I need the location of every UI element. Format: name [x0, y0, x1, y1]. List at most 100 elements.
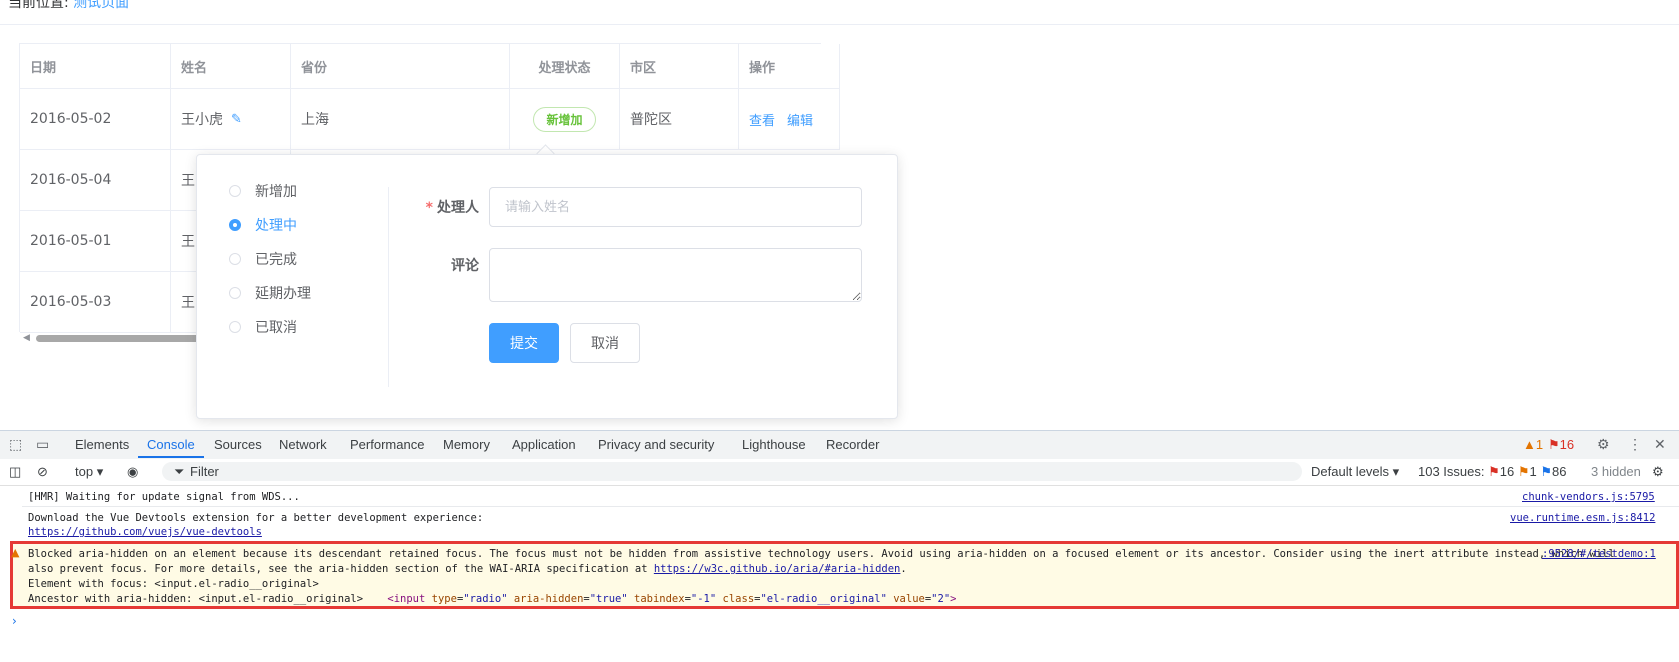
warning-text: Blocked aria-hidden on an element becaus… — [28, 548, 1615, 560]
console-message: [HMR] Waiting for update signal from WDS… — [28, 491, 300, 503]
name-text: 王小虎 — [181, 112, 223, 128]
edit-link[interactable]: 编辑 — [787, 110, 813, 129]
inspect-element-icon[interactable]: ⬚ — [9, 436, 22, 453]
handler-label: * 处理人 — [425, 200, 479, 216]
table-cell-name: 王小虎 ✎ — [171, 89, 291, 150]
radio-label: 已完成 — [255, 252, 297, 268]
radio-circle-icon — [229, 287, 241, 299]
settings-gear-icon[interactable]: ⚙ — [1597, 436, 1610, 453]
filter-input[interactable]: ⏷ Filter — [162, 462, 1302, 481]
cancel-button[interactable]: 取消 — [570, 323, 640, 363]
column-header-actions: 操作 — [739, 44, 840, 89]
column-header-status[interactable]: 处理状态 — [510, 44, 620, 89]
popover-divider — [388, 187, 389, 387]
live-expression-eye-icon[interactable]: ◉ — [127, 464, 138, 480]
issues-summary[interactable]: 103 Issues: ⚑16 ⚑1 ⚑86 — [1418, 464, 1567, 480]
radio-label: 已取消 — [255, 320, 297, 336]
devtools-url-link[interactable]: https://github.com/vuejs/vue-devtools — [28, 526, 262, 538]
issue-error-icon: ⚑ — [1488, 464, 1500, 479]
table-cell-actions: 查看 编辑 — [739, 89, 840, 150]
warning-text: Element with focus: <input.el-radio__ori… — [28, 578, 319, 590]
radio-circle-icon — [229, 253, 241, 265]
breadcrumb-divider — [0, 24, 1679, 25]
radio-cancelled[interactable]: 已取消 — [229, 317, 297, 337]
tab-recorder[interactable]: Recorder — [826, 437, 879, 452]
table-cell-date: 2016-05-01 — [20, 211, 171, 272]
clear-console-icon[interactable]: ⊘ — [37, 464, 48, 480]
chevron-down-icon: ▾ — [1392, 464, 1400, 479]
warning-text: Ancestor with aria-hidden: <input.el-rad… — [28, 593, 957, 605]
device-toolbar-icon[interactable]: ▭ — [36, 436, 49, 453]
radio-completed[interactable]: 已完成 — [229, 249, 297, 269]
radio-circle-icon — [229, 321, 241, 333]
edit-pencil-icon[interactable]: ✎ — [231, 112, 242, 127]
console-prompt[interactable]: › — [12, 614, 17, 628]
required-mark: * — [425, 200, 433, 216]
sidebar-toggle-icon[interactable]: ◫ — [9, 464, 21, 480]
tab-application[interactable]: Application — [512, 437, 576, 452]
warning-count[interactable]: ▲1 — [1523, 437, 1543, 452]
breadcrumb-current[interactable]: 测试页面 — [73, 0, 129, 11]
html-node-preview[interactable]: <input type="radio" aria-hidden="true" t… — [387, 593, 956, 605]
status-popover: 新增加 处理中 已完成 延期办理 已取消 *处理人 评论 提交 取消 — [196, 154, 898, 419]
radio-label: 新增加 — [255, 184, 297, 200]
breadcrumb-label: 当前位置: — [8, 0, 69, 11]
tab-lighthouse[interactable]: Lighthouse — [742, 437, 806, 452]
tab-network[interactable]: Network — [279, 437, 327, 452]
warning-triangle-icon: ▲ — [1523, 437, 1536, 452]
table-cell-district: 普陀区 — [620, 89, 739, 150]
console-message: Download the Vue Devtools extension for … — [28, 512, 484, 524]
console-settings-gear-icon[interactable]: ⚙ — [1652, 464, 1664, 480]
filter-placeholder: Filter — [190, 464, 219, 479]
log-levels-dropdown[interactable]: Default levels ▾ — [1311, 464, 1399, 480]
tab-elements[interactable]: Elements — [75, 437, 129, 452]
warning-text: also prevent focus. For more details, se… — [28, 563, 907, 575]
error-flag-icon: ⚑ — [1548, 437, 1560, 452]
console-message-link: https://github.com/vuejs/vue-devtools — [28, 526, 262, 538]
source-link[interactable]: :9528/#/testdemo:1 — [1542, 548, 1656, 560]
hidden-count: 3 hidden — [1591, 464, 1641, 479]
table-cell-date: 2016-05-04 — [20, 150, 171, 211]
filter-funnel-icon: ⏷ — [174, 464, 185, 479]
submit-button[interactable]: 提交 — [489, 323, 559, 363]
column-header-district[interactable]: 市区 — [620, 44, 739, 89]
issue-warning-icon: ⚑ — [1517, 464, 1530, 479]
radio-label: 延期办理 — [255, 286, 311, 302]
source-link[interactable]: chunk-vendors.js:5795 — [1522, 491, 1655, 503]
radio-delayed[interactable]: 延期办理 — [229, 283, 311, 303]
tab-sources[interactable]: Sources — [214, 437, 262, 452]
issue-info-icon: ⚑ — [1540, 464, 1553, 479]
tab-privacy-security[interactable]: Privacy and security — [598, 437, 714, 452]
breadcrumb: 当前位置: 测试页面 — [8, 0, 129, 12]
column-header-province[interactable]: 省份 — [291, 44, 510, 89]
scroll-left-icon[interactable]: ◀ — [23, 333, 30, 343]
column-header-date[interactable]: 日期 — [20, 44, 171, 89]
close-icon[interactable]: ✕ — [1654, 436, 1666, 453]
scrollbar-thumb[interactable] — [36, 335, 206, 342]
handler-input[interactable] — [489, 187, 862, 227]
source-link[interactable]: vue.runtime.esm.js:8412 — [1510, 512, 1655, 524]
error-count[interactable]: ⚑16 — [1548, 437, 1574, 453]
tab-memory[interactable]: Memory — [443, 437, 490, 452]
comment-textarea[interactable] — [489, 248, 862, 302]
table-cell-date: 2016-05-02 — [20, 89, 171, 150]
radio-checked-icon — [229, 219, 241, 231]
table-cell-status: 新增加 — [510, 89, 620, 150]
table-cell-province: 上海 — [291, 89, 510, 150]
console-toolbar: ◫ ⊘ top ▾ ◉ ⏷ Filter Default levels ▾ 10… — [0, 459, 1679, 486]
devtools-tabbar: ⬚ ▭ Elements Console Sources Network Per… — [0, 430, 1679, 460]
status-tag[interactable]: 新增加 — [533, 106, 596, 132]
view-link[interactable]: 查看 — [749, 110, 775, 129]
warning-triangle-icon: ▲ — [11, 546, 20, 559]
chevron-down-icon: ▾ — [96, 464, 104, 479]
column-header-name[interactable]: 姓名 — [171, 44, 291, 89]
radio-processing[interactable]: 处理中 — [229, 215, 297, 235]
aria-spec-link[interactable]: https://w3c.github.io/aria/#aria-hidden — [654, 563, 901, 575]
radio-label: 处理中 — [255, 218, 297, 234]
tab-console[interactable]: Console — [147, 437, 195, 452]
radio-new[interactable]: 新增加 — [229, 181, 297, 201]
more-options-icon[interactable]: ⋮ — [1628, 436, 1642, 453]
tab-performance[interactable]: Performance — [350, 437, 424, 452]
radio-circle-icon — [229, 185, 241, 197]
context-selector[interactable]: top ▾ — [75, 464, 103, 480]
